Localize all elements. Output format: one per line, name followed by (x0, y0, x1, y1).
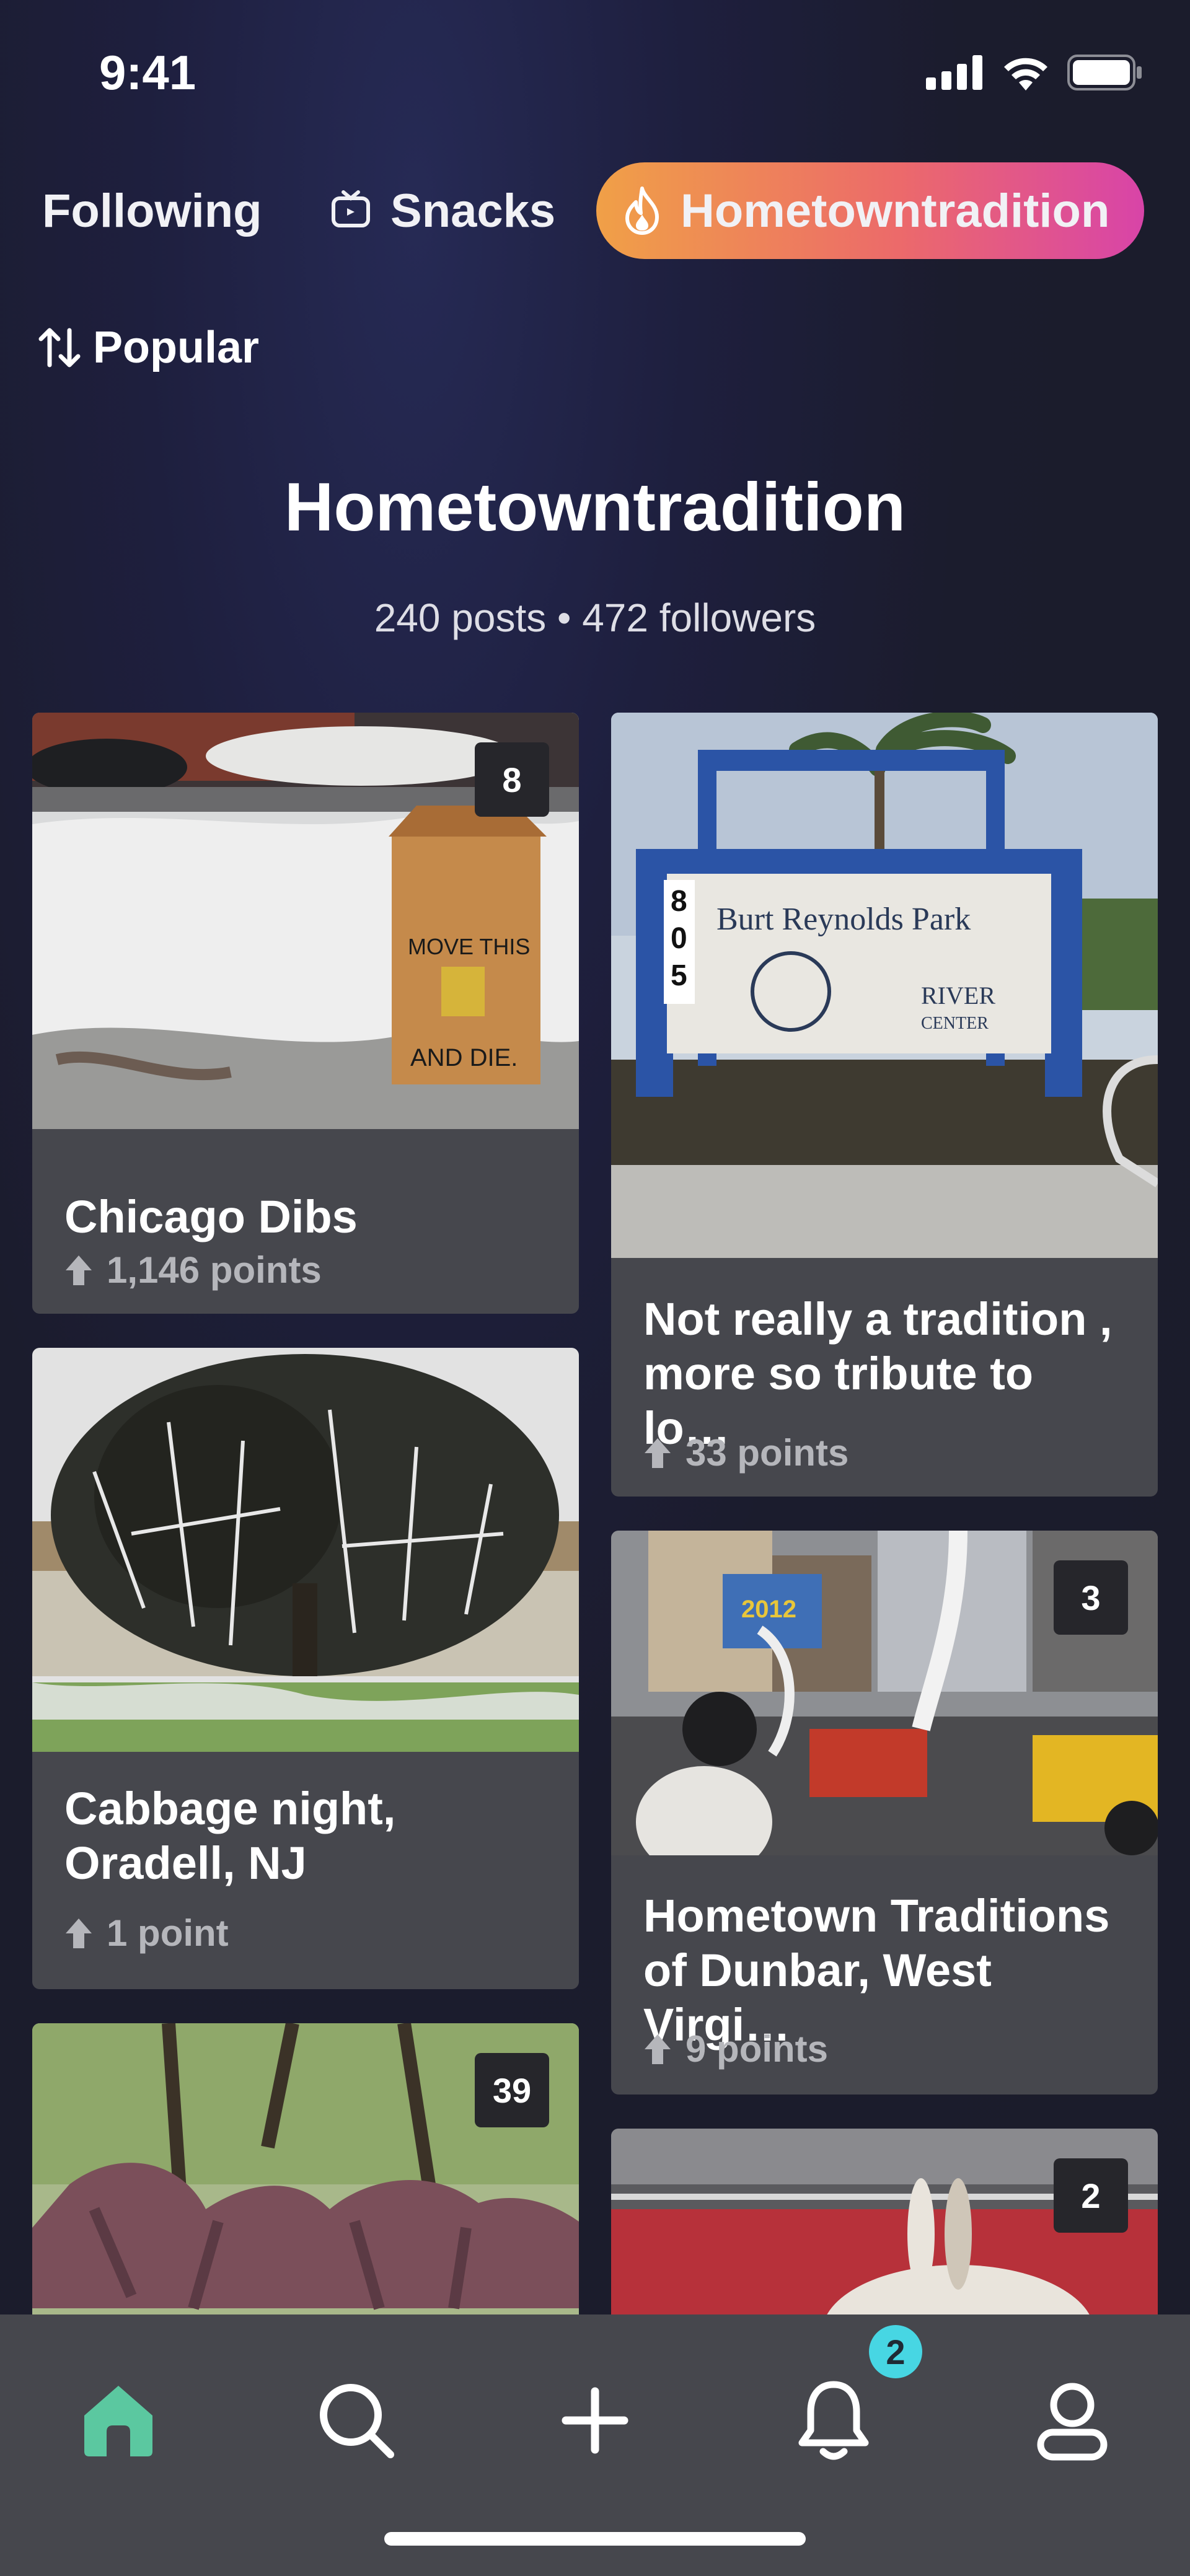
svg-text:RIVER: RIVER (921, 982, 995, 1009)
nav-profile[interactable] (1026, 2374, 1119, 2467)
post-title: Cabbage night, Oradell, NJ (64, 1783, 396, 1889)
post-points: 1,146 points (64, 1249, 322, 1291)
svg-text:2012: 2012 (741, 1596, 796, 1623)
image-count-badge: 2 (1054, 2158, 1128, 2233)
nav-home[interactable] (72, 2374, 165, 2467)
image-count-badge: 39 (475, 2053, 549, 2127)
upvote-arrow-icon (645, 1438, 671, 1468)
image-count-badge: 3 (1054, 1560, 1128, 1635)
post-card[interactable]: MOVE THIS AND DIE. 8 Chicago Dibs 1,146 … (32, 713, 579, 1314)
plus-icon (562, 2387, 628, 2454)
notification-count-badge: 2 (869, 2325, 922, 2378)
nav-notifications[interactable] (787, 2374, 880, 2467)
post-title: Chicago Dibs (64, 1191, 358, 1242)
home-indicator (384, 2532, 806, 2546)
post-points: 1 point (64, 1912, 229, 1954)
points-label: 33 points (685, 1432, 849, 1474)
post-card[interactable]: Cabbage night, Oradell, NJ 1 point (32, 1348, 579, 1989)
post-card[interactable]: Burt Reynolds Park RIVER CENTER 8 0 5 No… (611, 713, 1158, 1497)
post-points: 9 points (643, 2028, 828, 2070)
upvote-arrow-icon (66, 1255, 92, 1285)
svg-text:AND DIE.: AND DIE. (410, 1044, 518, 1071)
post-points: 33 points (643, 1431, 848, 1474)
search-icon (320, 2384, 394, 2458)
points-label: 9 points (685, 2028, 829, 2070)
post-image: MOVE THIS AND DIE. 8 (32, 713, 579, 1129)
post-image (32, 1348, 579, 1752)
post-card[interactable]: 2012 3 Hometown Traditions of Dunbar, We… (611, 1531, 1158, 2095)
svg-text:5: 5 (671, 959, 687, 992)
upvote-arrow-icon (645, 2034, 671, 2064)
nav-create[interactable] (549, 2374, 641, 2467)
svg-text:MOVE THIS: MOVE THIS (408, 934, 530, 959)
nav-search[interactable] (310, 2374, 403, 2467)
image-count-badge: 8 (475, 742, 549, 817)
post-image: 39 (32, 2023, 579, 2314)
post-image: 2 (611, 2129, 1158, 2314)
points-label: 1,146 points (107, 1249, 322, 1291)
svg-text:0: 0 (671, 922, 687, 955)
profile-icon (1037, 2383, 1108, 2461)
post-card[interactable]: 2 (611, 2129, 1158, 2314)
upvote-arrow-icon (66, 1918, 92, 1948)
bell-icon (798, 2381, 869, 2460)
post-card[interactable]: 39 (32, 2023, 579, 2314)
home-icon (84, 2386, 152, 2456)
points-label: 1 point (107, 1912, 229, 1954)
post-image: Burt Reynolds Park RIVER CENTER 8 0 5 (611, 713, 1158, 1258)
svg-text:Burt Reynolds Park: Burt Reynolds Park (716, 902, 971, 937)
svg-text:CENTER: CENTER (921, 1014, 989, 1033)
post-image: 2012 3 (611, 1531, 1158, 1855)
post-grid: MOVE THIS AND DIE. 8 Chicago Dibs 1,146 … (0, 0, 1190, 2314)
svg-text:8: 8 (671, 885, 687, 918)
